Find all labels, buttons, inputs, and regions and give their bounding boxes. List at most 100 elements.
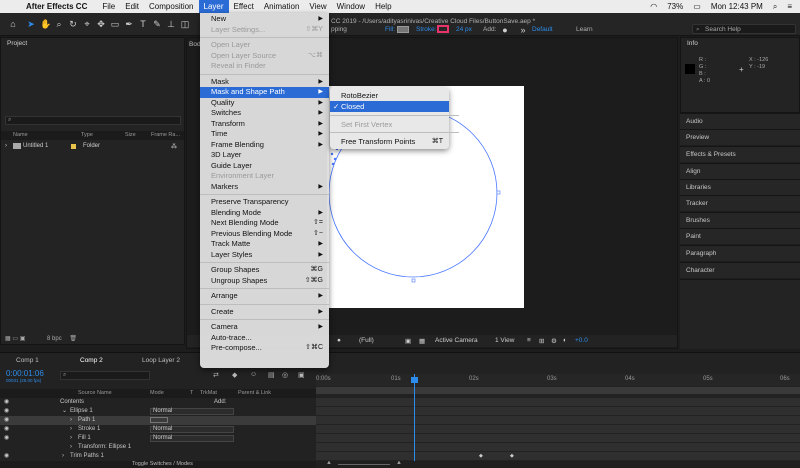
chevron-right-icon[interactable]: › <box>62 452 64 461</box>
menu-item-guide-layer[interactable]: Guide Layer <box>200 161 329 172</box>
workspace-learn[interactable]: Learn <box>576 26 593 33</box>
menu-item-camera[interactable]: Camera ▶ <box>200 322 329 333</box>
path-icon[interactable] <box>150 417 168 423</box>
frame-blend-icon[interactable]: ▤ <box>268 371 275 379</box>
menu-item-preserve-transparency[interactable]: Preserve Transparency <box>200 197 329 208</box>
comp-flow-icon[interactable]: ⇄ <box>213 371 219 379</box>
eye-icon[interactable]: ◉ <box>4 398 9 407</box>
eye-icon[interactable]: ◉ <box>4 452 9 461</box>
label-color-icon[interactable] <box>71 144 76 149</box>
color-icon[interactable]: ● <box>337 337 341 344</box>
add-icon[interactable]: ● <box>500 25 510 35</box>
time-ruler[interactable] <box>316 374 800 386</box>
timeline-row[interactable]: ◉ › Fill 1 Normal <box>0 434 316 443</box>
selection-tool-icon[interactable]: ➤ <box>26 19 36 29</box>
menu-item-mask[interactable]: Mask ▶ <box>200 77 329 88</box>
brush-tool-icon[interactable]: ✎ <box>152 19 162 29</box>
keyframe-icon[interactable]: ◆ <box>510 453 514 459</box>
battery-text[interactable]: 73% <box>667 2 683 11</box>
search-help-field[interactable]: ⌕ Search Help <box>692 24 796 34</box>
tab-loop-layer-2[interactable]: Loop Layer 2 <box>130 356 180 366</box>
draft-3d-icon[interactable]: ◆ <box>232 371 237 379</box>
zoom-tool-icon[interactable]: ⌕ <box>54 19 64 29</box>
track-bar[interactable] <box>316 434 800 443</box>
eye-icon[interactable]: ◉ <box>4 416 9 425</box>
info-panel-title[interactable]: Info <box>681 38 799 49</box>
comp-panel-tab[interactable]: Bod <box>189 41 201 48</box>
menu-view[interactable]: View <box>304 0 331 13</box>
menu-composition[interactable]: Composition <box>144 0 198 13</box>
list-icon[interactable]: ≡ <box>787 2 792 11</box>
tab-comp-2[interactable]: Comp 2 <box>68 356 103 366</box>
panel-paint[interactable]: Paint <box>680 228 800 244</box>
eraser-tool-icon[interactable]: ◫ <box>180 19 190 29</box>
exposure-icon[interactable]: ◐ <box>563 337 567 344</box>
interpret-footage-icon[interactable]: ▦ <box>5 336 11 342</box>
timeline-row[interactable]: ◉ Contents Add: <box>0 398 316 407</box>
add-label[interactable]: Add: <box>483 26 496 33</box>
menu-item-arrange[interactable]: Arrange ▶ <box>200 291 329 302</box>
project-panel-title[interactable]: Project <box>1 38 184 49</box>
timeline-row[interactable]: ◉ › Stroke 1 Normal <box>0 425 316 434</box>
chevron-right-icon[interactable]: › <box>70 416 72 425</box>
stroke-label[interactable]: Stroke: <box>416 26 437 33</box>
row-add[interactable]: Add: <box>214 398 226 407</box>
timeline-search-input[interactable]: ⌕ <box>60 371 150 380</box>
playhead-handle[interactable] <box>411 377 418 383</box>
menu-item-rotobezier[interactable]: RotoBezier <box>330 90 449 101</box>
rectangle-tool-icon[interactable]: ▭ <box>110 19 120 29</box>
trash-icon[interactable]: 🗑 <box>69 336 77 342</box>
menu-item-new[interactable]: New ▶ <box>200 14 329 25</box>
home-icon[interactable]: ⌂ <box>8 19 18 29</box>
menu-file[interactable]: File <box>97 0 120 13</box>
panel-effects-presets[interactable]: Effects & Presets <box>680 146 800 162</box>
menu-item-frame-blending[interactable]: Frame Blending ▶ <box>200 140 329 151</box>
eye-icon[interactable]: ◉ <box>4 434 9 443</box>
track-bar[interactable] <box>316 416 800 425</box>
menu-effect[interactable]: Effect <box>229 0 259 13</box>
panel-align[interactable]: Align <box>680 163 800 179</box>
track-bar[interactable] <box>316 407 800 416</box>
zoom-slider[interactable] <box>338 464 390 465</box>
track-bar[interactable] <box>316 398 800 407</box>
menu-item-group-shapes[interactable]: Group Shapes ⌘G <box>200 265 329 276</box>
menu-item-quality[interactable]: Quality ▶ <box>200 98 329 109</box>
panel-paragraph[interactable]: Paragraph <box>680 245 800 261</box>
menu-layer[interactable]: Layer <box>198 0 229 13</box>
col-parent[interactable]: Parent & Link <box>238 390 271 396</box>
chevron-right-icon[interactable]: › <box>70 443 72 452</box>
menu-help[interactable]: Help <box>370 0 396 13</box>
menu-item-ungroup-shapes[interactable]: Ungroup Shapes ⇧⌘G <box>200 276 329 287</box>
menu-window[interactable]: Window <box>332 0 370 13</box>
col-trkmat[interactable]: TrkMat <box>200 390 217 396</box>
panel-libraries[interactable]: Libraries <box>680 179 800 195</box>
workspace-default[interactable]: Default <box>532 26 553 33</box>
fill-swatch[interactable] <box>397 26 409 33</box>
row-mode-select[interactable]: Normal <box>150 408 234 415</box>
menu-item-blending-mode[interactable]: Blending Mode ▶ <box>200 208 329 219</box>
fast-previews-icon[interactable]: ≡ <box>527 337 531 344</box>
stroke-width[interactable]: 24 px <box>456 26 472 33</box>
menu-animation[interactable]: Animation <box>259 0 305 13</box>
transparency-grid-icon[interactable]: ▦ <box>419 337 425 345</box>
work-area-bar[interactable] <box>316 387 800 394</box>
keyframe-icon[interactable]: ◆ <box>479 453 483 459</box>
app-name[interactable]: After Effects CC <box>26 2 87 11</box>
fill-label[interactable]: Fill: <box>385 26 395 33</box>
new-comp-icon[interactable]: ▣ <box>20 336 26 342</box>
panel-character[interactable]: Character <box>680 262 800 278</box>
col-source-name[interactable]: Source Name <box>78 390 112 396</box>
battery-icon[interactable]: ▭ <box>693 2 701 11</box>
menu-item-closed[interactable]: ✓ Closed <box>330 101 449 112</box>
toggle-switches-modes[interactable]: Toggle Switches / Modes <box>132 461 193 467</box>
panel-preview[interactable]: Preview <box>680 129 800 145</box>
clock[interactable]: Mon 12:43 PM <box>711 2 763 11</box>
tab-comp-1[interactable]: Comp 1 <box>4 356 39 366</box>
menu-item-free-transform-points[interactable]: Free Transform Points ⌘T <box>330 136 449 147</box>
menu-item-auto-trace[interactable]: Auto-trace... <box>200 333 329 344</box>
camera-select[interactable]: Active Camera <box>435 337 478 344</box>
chevron-right-icon[interactable]: › <box>70 425 72 434</box>
timeline-row[interactable]: ◉ › Trim Paths 1 <box>0 452 316 461</box>
wifi-icon[interactable]: ◠ <box>650 2 657 11</box>
pen-tool-icon[interactable]: ✒ <box>124 19 134 29</box>
